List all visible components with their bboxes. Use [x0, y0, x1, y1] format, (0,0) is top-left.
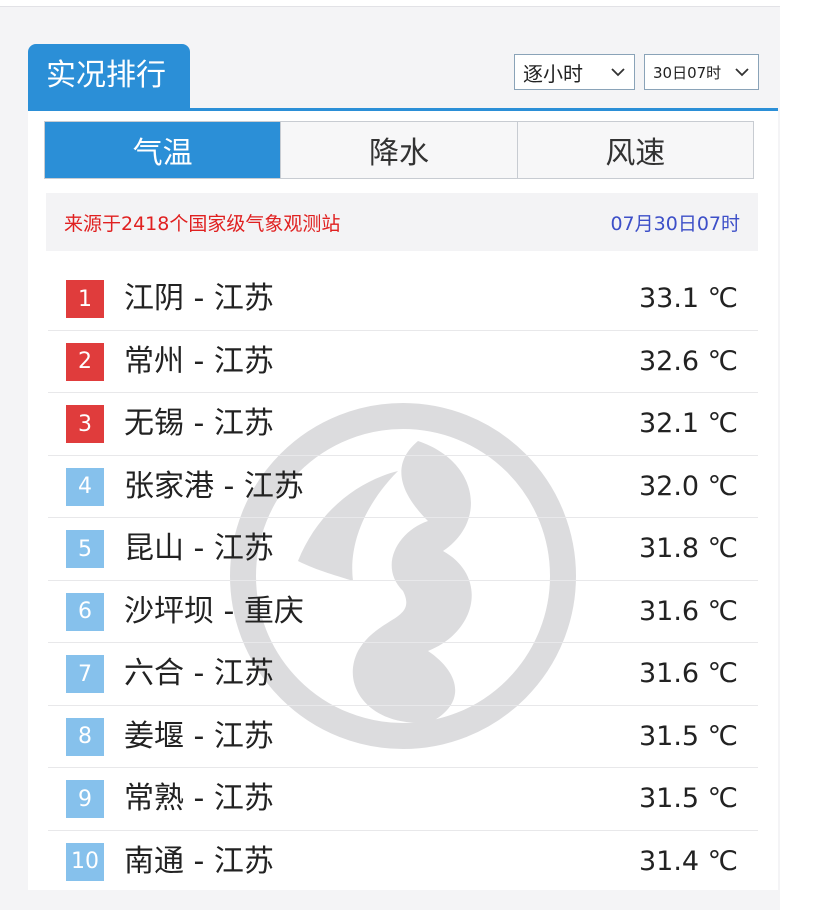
time-select[interactable]: 30日07时 [644, 54, 759, 90]
station-name: 无锡 - 江苏 [124, 406, 274, 441]
rank-badge: 5 [66, 530, 104, 568]
temperature-value: 31.5 ℃ [638, 783, 738, 814]
rank-badge: 9 [66, 780, 104, 818]
temperature-value: 32.0 ℃ [638, 470, 738, 502]
rank-badge: 8 [66, 717, 104, 756]
table-row[interactable]: 8 姜堰 - 江苏 31.5 ℃ [48, 706, 758, 768]
temperature-value: 33.1 ℃ [638, 283, 738, 314]
rank-badge: 10 [66, 842, 104, 881]
rank-badge: 7 [66, 655, 104, 693]
station-name: 六合 - 江苏 [124, 656, 274, 691]
station-name: 姜堰 - 江苏 [124, 718, 274, 754]
top-strip [0, 0, 780, 7]
table-row[interactable]: 2 常州 - 江苏 32.6 ℃ [48, 331, 758, 393]
ranking-panel: 实况排行 逐小时 30日07时 气温 降水 风速 来源于2418个国家级气象观测… [28, 42, 778, 890]
table-row[interactable]: 6 沙坪坝 - 重庆 31.6 ℃ [48, 581, 758, 643]
rank-badge: 1 [66, 280, 104, 318]
panel-title: 实况排行 [28, 44, 190, 108]
table-row[interactable]: 4 张家港 - 江苏 32.0 ℃ [48, 456, 758, 518]
source-bar: 来源于2418个国家级气象观测站 07月30日07时 [46, 193, 758, 251]
interval-select[interactable]: 逐小时 [514, 54, 635, 90]
source-text: 来源于2418个国家级气象观测站 [64, 212, 341, 235]
temperature-value: 31.6 ℃ [638, 595, 738, 627]
table-row[interactable]: 9 常熟 - 江苏 31.5 ℃ [48, 768, 758, 831]
metric-tabs: 气温 降水 风速 [44, 121, 754, 179]
station-name: 张家港 - 江苏 [124, 468, 304, 504]
station-name: 沙坪坝 - 重庆 [124, 593, 304, 629]
table-row[interactable]: 10 南通 - 江苏 31.4 ℃ [48, 831, 758, 893]
temperature-value: 31.4 ℃ [638, 845, 738, 877]
rank-badge: 4 [66, 467, 104, 506]
station-name: 常熟 - 江苏 [124, 781, 274, 816]
temperature-value: 31.6 ℃ [638, 658, 738, 689]
station-name: 江阴 - 江苏 [124, 281, 274, 316]
tab-wind-speed[interactable]: 风速 [516, 122, 753, 178]
panel-header: 实况排行 逐小时 30日07时 [28, 42, 778, 111]
interval-select-value: 逐小时 [523, 61, 583, 86]
table-row[interactable]: 3 无锡 - 江苏 32.1 ℃ [48, 393, 758, 456]
rank-badge: 2 [66, 342, 104, 381]
ranking-list: 1 江阴 - 江苏 33.1 ℃ 2 常州 - 江苏 32.6 ℃ 3 无锡 -… [48, 268, 758, 892]
table-row[interactable]: 5 昆山 - 江苏 31.8 ℃ [48, 518, 758, 581]
right-gutter [780, 0, 826, 910]
source-time: 07月30日07时 [610, 212, 740, 235]
temperature-value: 31.5 ℃ [638, 720, 738, 752]
station-name: 常州 - 江苏 [124, 343, 274, 379]
rank-badge: 6 [66, 592, 104, 631]
table-row[interactable]: 7 六合 - 江苏 31.6 ℃ [48, 643, 758, 706]
chevron-down-icon [611, 68, 625, 77]
station-name: 昆山 - 江苏 [124, 531, 274, 566]
temperature-value: 32.6 ℃ [638, 345, 738, 377]
table-row[interactable]: 1 江阴 - 江苏 33.1 ℃ [48, 268, 758, 331]
time-select-value: 30日07时 [653, 63, 722, 82]
tab-temperature[interactable]: 气温 [45, 122, 281, 178]
rank-badge: 3 [66, 405, 104, 443]
temperature-value: 32.1 ℃ [638, 408, 738, 439]
station-name: 南通 - 江苏 [124, 843, 274, 879]
chevron-down-icon [735, 68, 749, 77]
tab-precipitation[interactable]: 降水 [280, 122, 517, 178]
panel-body: 气温 降水 风速 来源于2418个国家级气象观测站 07月30日07时 1 江阴… [28, 111, 778, 890]
temperature-value: 31.8 ℃ [638, 533, 738, 564]
